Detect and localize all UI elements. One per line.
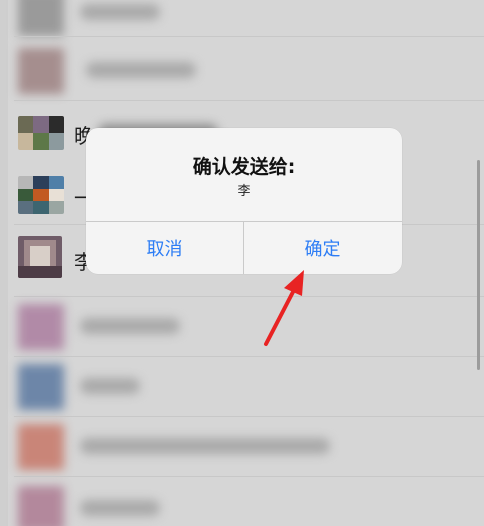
divider [14,36,484,37]
list-item[interactable] [0,0,484,44]
avatar [18,364,64,410]
avatar [18,0,64,36]
avatar [18,48,64,94]
list-item[interactable] [0,296,484,360]
list-item[interactable] [0,356,484,420]
blurred-name [80,500,160,516]
avatar [18,304,64,350]
avatar [18,176,64,214]
blurred-name [80,378,140,394]
avatar [18,116,64,150]
scrollbar[interactable] [477,160,480,370]
avatar [18,486,64,526]
blurred-name [80,318,180,334]
dialog-recipient: 李 [237,184,251,199]
list-item[interactable] [0,416,484,480]
list-item[interactable] [0,478,484,526]
avatar [18,424,64,470]
cancel-button[interactable]: 取消 [86,222,243,274]
annotation-arrow-icon [264,270,304,346]
confirm-send-dialog: 确认发送给: 李 取消 确定 [86,128,402,274]
avatar [18,236,62,278]
divider [14,476,484,477]
blurred-name [86,62,196,78]
divider [14,100,484,101]
dialog-title: 确认发送给: [192,156,296,178]
blurred-name [80,4,160,20]
list-item[interactable] [0,40,484,104]
blurred-name [80,438,330,454]
